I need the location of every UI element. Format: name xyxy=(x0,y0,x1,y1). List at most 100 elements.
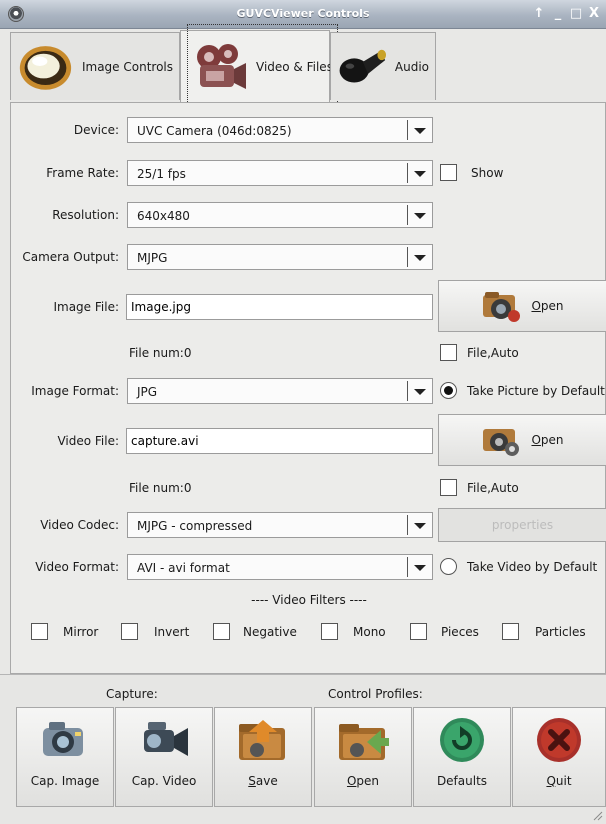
combo-separator xyxy=(407,515,408,535)
frame-rate-select[interactable]: 25/1 fps xyxy=(127,160,433,186)
cap-video-button[interactable]: Cap. Video xyxy=(115,707,213,807)
close-button[interactable]: X xyxy=(585,5,603,23)
image-file-label: Image File: xyxy=(53,300,119,314)
camera-open-icon xyxy=(483,292,521,322)
negative-label: Negative xyxy=(243,625,297,639)
video-codec-value: MJPG - compressed xyxy=(137,519,253,533)
chevron-down-icon xyxy=(414,565,426,571)
combo-separator xyxy=(407,163,408,183)
image-file-input[interactable] xyxy=(126,294,433,320)
video-codec-select[interactable]: MJPG - compressed xyxy=(127,512,433,538)
combo-separator xyxy=(407,205,408,225)
take-picture-default-radio[interactable] xyxy=(440,382,457,399)
monitor-icon xyxy=(19,45,72,90)
open-profile-button[interactable]: Open xyxy=(314,707,412,807)
image-format-value: JPG xyxy=(137,385,158,399)
film-camera-icon xyxy=(197,43,246,89)
tab-label-video-files: Video & Files xyxy=(256,59,333,74)
resolution-value: 640x480 xyxy=(137,209,190,223)
take-video-default-label: Take Video by Default xyxy=(467,560,598,574)
control-profiles-label: Control Profiles: xyxy=(328,687,423,701)
particles-checkbox[interactable] xyxy=(502,623,519,640)
mono-label: Mono xyxy=(353,625,386,639)
camera-output-value: MJPG xyxy=(137,251,168,265)
video-file-num: File num:0 xyxy=(129,481,192,495)
capture-section-label: Capture: xyxy=(106,687,158,701)
video-file-auto-label: File,Auto xyxy=(467,481,519,495)
video-codec-label: Video Codec: xyxy=(40,518,119,532)
chevron-down-icon xyxy=(414,523,426,529)
video-file-field[interactable] xyxy=(127,429,432,453)
always-on-top-button[interactable]: ↑ xyxy=(530,5,548,23)
image-file-open-button[interactable]: Open xyxy=(438,280,606,332)
negative-checkbox[interactable] xyxy=(213,623,230,640)
video-file-input[interactable] xyxy=(126,428,433,454)
bottom-toolbar: Capture: Control Profiles: Cap. Image Ca… xyxy=(0,674,606,824)
video-file-open-button[interactable]: Open xyxy=(438,414,606,466)
quit-label: Quit xyxy=(546,774,572,788)
tab-label-audio: Audio xyxy=(394,59,429,74)
image-file-field[interactable] xyxy=(127,295,432,319)
tab-image-controls[interactable]: Image Controls xyxy=(10,32,180,100)
device-label: Device: xyxy=(73,123,119,137)
folder-save-icon xyxy=(239,720,285,760)
save-profile-button[interactable]: Save xyxy=(214,707,312,807)
maximize-button[interactable]: □ xyxy=(567,5,585,23)
take-picture-default-label: Take Picture by Default xyxy=(467,384,605,398)
image-format-select[interactable]: JPG xyxy=(127,378,433,404)
tab-video-files[interactable]: Video & Files xyxy=(180,23,338,110)
notebook-tabs: Image Controls Video & Files Audio xyxy=(10,23,606,110)
chevron-down-icon xyxy=(414,171,426,177)
quit-button[interactable]: Quit xyxy=(512,707,606,807)
mono-checkbox[interactable] xyxy=(321,623,338,640)
chevron-down-icon xyxy=(414,213,426,219)
device-select[interactable]: UVC Camera (046d:0825) xyxy=(127,117,433,143)
show-checkbox[interactable] xyxy=(440,164,457,181)
camera-output-select[interactable]: MJPG xyxy=(127,244,433,270)
image-file-auto-checkbox[interactable] xyxy=(440,344,457,361)
resize-grip-icon[interactable] xyxy=(591,809,603,821)
pieces-checkbox[interactable] xyxy=(410,623,427,640)
cap-image-button[interactable]: Cap. Image xyxy=(16,707,114,807)
tab-label-image-controls: Image Controls xyxy=(81,59,173,74)
properties-label: properties xyxy=(491,518,554,532)
cap-image-label: Cap. Image xyxy=(30,774,100,788)
take-video-default-radio[interactable] xyxy=(440,558,457,575)
video-file-label: Video File: xyxy=(57,434,119,448)
image-file-auto-label: File,Auto xyxy=(467,346,519,360)
video-format-label: Video Format: xyxy=(35,560,119,574)
video-format-select[interactable]: AVI - avi format xyxy=(127,554,433,580)
resolution-select[interactable]: 640x480 xyxy=(127,202,433,228)
video-open-label: Open xyxy=(531,433,564,447)
save-label: Save xyxy=(248,774,278,788)
mirror-checkbox[interactable] xyxy=(31,623,48,640)
video-filters-heading: ---- Video Filters ---- xyxy=(251,593,367,607)
reset-icon xyxy=(440,718,484,762)
video-file-auto-checkbox[interactable] xyxy=(440,479,457,496)
image-file-num: File num:0 xyxy=(129,346,192,360)
show-label: Show xyxy=(471,166,504,180)
camera-icon xyxy=(43,722,83,756)
minimize-button[interactable]: _ xyxy=(549,5,567,23)
mirror-label: Mirror xyxy=(63,625,99,639)
particles-label: Particles xyxy=(535,625,586,639)
app-window: GUVCViewer Controls ↑ _ □ X Image Contro… xyxy=(0,0,606,824)
chevron-down-icon xyxy=(414,128,426,134)
defaults-button[interactable]: Defaults xyxy=(413,707,511,807)
codec-properties-button[interactable]: properties xyxy=(438,508,606,542)
open-label: Open xyxy=(346,774,380,788)
device-value: UVC Camera (046d:0825) xyxy=(137,124,292,138)
tab-audio[interactable]: Audio xyxy=(330,32,436,100)
cap-video-label: Cap. Video xyxy=(131,774,197,788)
invert-checkbox[interactable] xyxy=(121,623,138,640)
video-open-icon xyxy=(483,429,520,456)
resolution-label: Resolution: xyxy=(52,208,119,222)
folder-open-icon xyxy=(339,724,389,760)
camera-output-label: Camera Output: xyxy=(22,250,119,264)
pieces-label: Pieces xyxy=(441,625,479,639)
quit-icon xyxy=(537,718,581,762)
video-format-value: AVI - avi format xyxy=(137,561,230,575)
chevron-down-icon xyxy=(414,389,426,395)
video-files-panel: Device: UVC Camera (046d:0825) Frame Rat… xyxy=(10,102,606,674)
image-format-label: Image Format: xyxy=(31,384,119,398)
